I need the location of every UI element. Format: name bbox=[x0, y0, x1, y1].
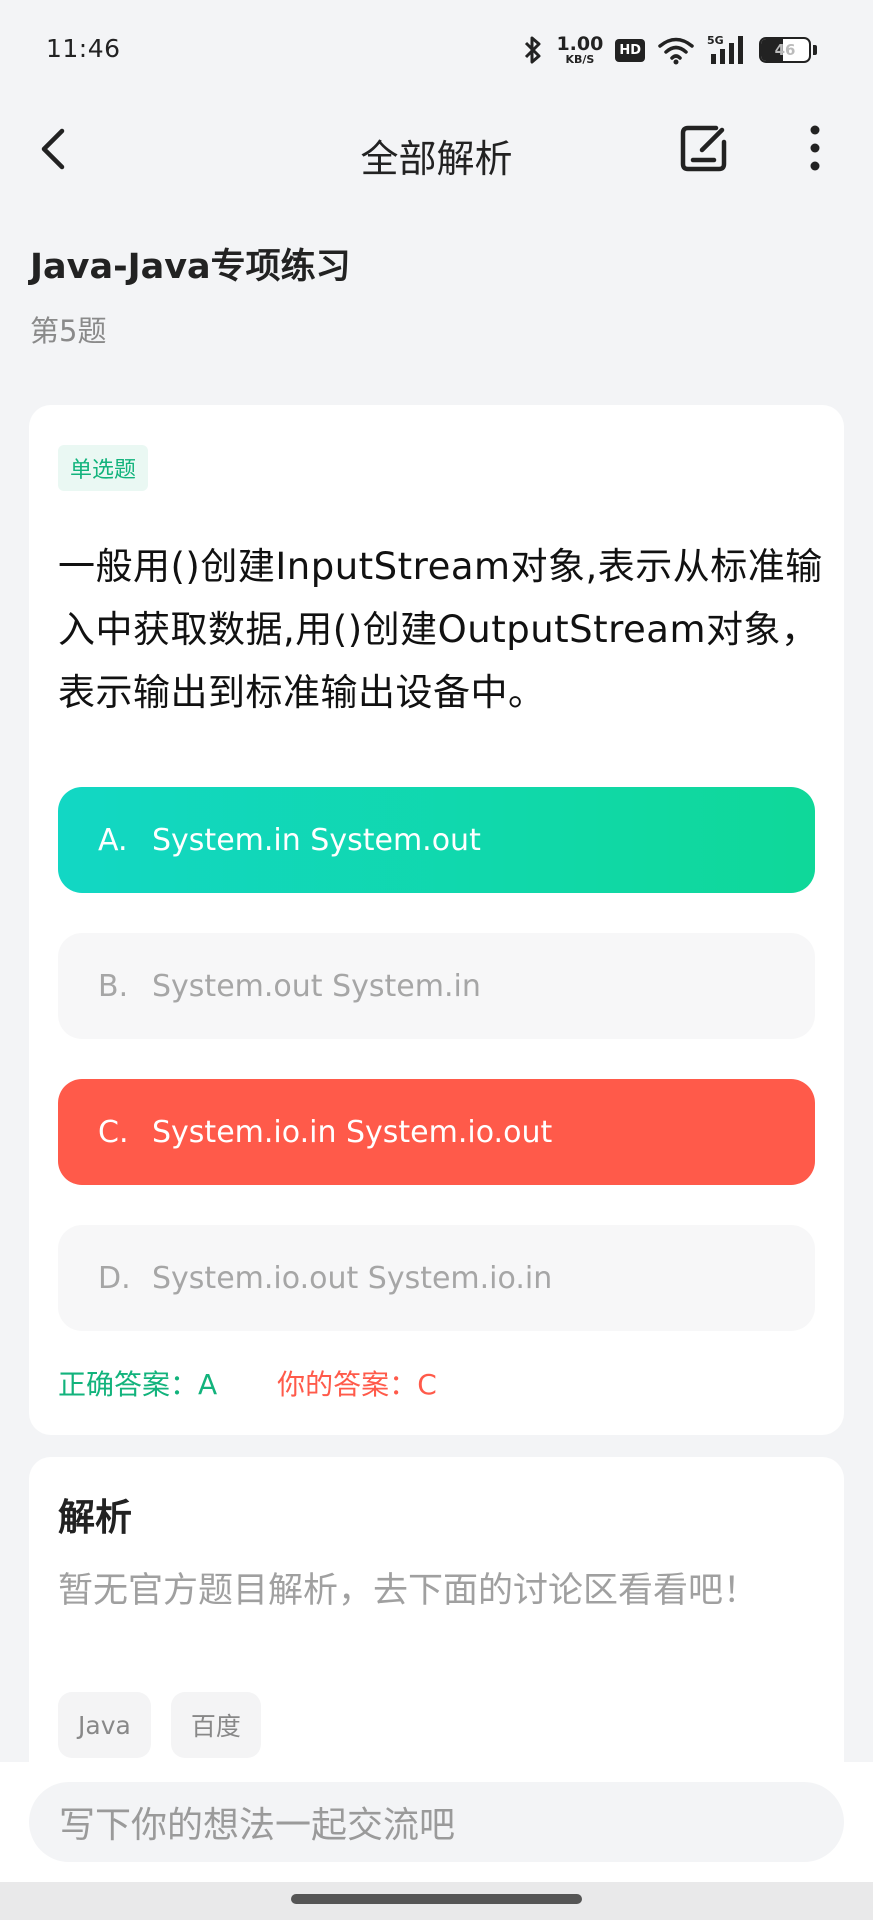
battery-tip bbox=[813, 45, 817, 55]
battery-icon: 46 bbox=[759, 37, 811, 63]
home-indicator[interactable] bbox=[291, 1894, 582, 1904]
question-text: 一般用()创建InputStream对象,表示从标准输入中获取数据,用()创建O… bbox=[58, 545, 823, 714]
option-letter: C. bbox=[98, 1114, 129, 1150]
app-header: 全部解析 bbox=[0, 100, 873, 204]
status-bar: 11:46 1.00 KB/S HD 5G 46 bbox=[0, 0, 873, 100]
correct-answer-value: A bbox=[198, 1368, 218, 1401]
edit-note-icon bbox=[678, 122, 730, 178]
signal-label: 5G bbox=[707, 34, 724, 47]
exam-title: Java-Java专项练习 bbox=[30, 247, 351, 287]
net-speed-unit: KB/S bbox=[565, 53, 595, 66]
analysis-title: 解析 bbox=[58, 1496, 132, 1539]
analysis-card: 解析 暂无官方题目解析，去下面的讨论区看看吧！ Java 百度 bbox=[29, 1457, 844, 1777]
question-type-badge: 单选题 bbox=[58, 445, 149, 491]
option-a[interactable]: A. System.in System.out bbox=[58, 787, 815, 893]
option-b[interactable]: B. System.out System.in bbox=[58, 933, 815, 1039]
correct-answer-label: 正确答案： bbox=[58, 1368, 199, 1401]
edit-note-button[interactable] bbox=[676, 122, 732, 178]
option-c[interactable]: C. System.io.in System.io.out bbox=[58, 1079, 815, 1185]
your-answer: 你的答案：C bbox=[277, 1363, 437, 1403]
net-speed-value: 1.00 bbox=[556, 33, 604, 55]
tag-java[interactable]: Java bbox=[58, 1692, 151, 1758]
option-text: System.io.in System.io.out bbox=[152, 1114, 553, 1150]
question-card: 单选题 一般用()创建InputStream对象,表示从标准输入中获取数据,用(… bbox=[29, 405, 844, 1435]
option-text: System.io.out System.io.in bbox=[152, 1260, 553, 1296]
option-letter: B. bbox=[98, 968, 129, 1004]
page-title: 全部解析 bbox=[360, 137, 513, 181]
your-answer-value: C bbox=[417, 1368, 437, 1401]
correct-answer: 正确答案：A bbox=[58, 1363, 217, 1403]
option-d[interactable]: D. System.io.out System.io.in bbox=[58, 1225, 815, 1331]
wifi-icon bbox=[657, 35, 695, 65]
option-letter: D. bbox=[98, 1260, 131, 1296]
answer-summary: 正确答案：A 你的答案：C bbox=[58, 1363, 437, 1403]
comment-bar: 写下你的想法一起交流吧 bbox=[0, 1762, 873, 1882]
status-icons: 1.00 KB/S HD 5G 46 bbox=[522, 30, 817, 70]
analysis-text: 暂无官方题目解析，去下面的讨论区看看吧！ bbox=[58, 1571, 759, 1611]
bluetooth-icon bbox=[522, 35, 544, 65]
more-button[interactable] bbox=[790, 122, 840, 178]
your-answer-label: 你的答案： bbox=[277, 1368, 418, 1401]
battery-level: 46 bbox=[774, 41, 796, 59]
question-number: 第5题 bbox=[30, 314, 107, 348]
gesture-bar bbox=[0, 1882, 873, 1920]
status-time: 11:46 bbox=[46, 34, 121, 63]
option-text: System.out System.in bbox=[152, 968, 481, 1004]
net-speed: 1.00 KB/S bbox=[556, 33, 604, 66]
hd-icon: HD bbox=[615, 38, 645, 62]
option-letter: A. bbox=[98, 822, 128, 858]
page: 11:46 1.00 KB/S HD 5G 46 全部解析 Java-Java专… bbox=[0, 0, 873, 1920]
option-text: System.in System.out bbox=[152, 822, 481, 858]
comment-input[interactable]: 写下你的想法一起交流吧 bbox=[29, 1782, 844, 1862]
more-vertical-icon bbox=[809, 125, 821, 175]
battery-body: 46 bbox=[759, 37, 811, 63]
tag-list: Java 百度 bbox=[58, 1692, 261, 1758]
signal-icon: 5G bbox=[707, 34, 747, 66]
tag-baidu[interactable]: 百度 bbox=[170, 1692, 261, 1758]
